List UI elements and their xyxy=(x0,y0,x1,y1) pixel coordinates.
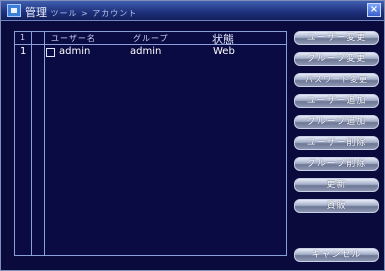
account-management-window: 管理 ツール > アカウント × 1 ユーザー名 グループ 状態 1 admin… xyxy=(0,0,385,271)
column-divider xyxy=(31,32,32,255)
header-index: 1 xyxy=(20,33,27,42)
modify-group-button[interactable]: グループ変更 xyxy=(294,52,379,66)
row-username: admin xyxy=(59,46,91,57)
modify-password-button[interactable]: パスワード変更 xyxy=(294,73,379,87)
row-checkbox[interactable] xyxy=(46,48,55,57)
window-title: 管理 ツール > アカウント xyxy=(25,4,137,20)
row-group: admin xyxy=(130,46,162,57)
header-divider xyxy=(15,44,286,45)
assign-button[interactable]: 資販 xyxy=(294,199,379,213)
add-group-button[interactable]: グループ追加 xyxy=(294,115,379,129)
update-button[interactable]: 更新 xyxy=(294,178,379,192)
breadcrumb: ツール > アカウント xyxy=(50,9,138,18)
delete-user-button[interactable]: ユーザー削除 xyxy=(294,136,379,150)
settings-app-icon xyxy=(7,4,21,17)
row-state: Web xyxy=(213,46,235,57)
header-username[interactable]: ユーザー名 xyxy=(51,33,96,44)
header-group[interactable]: グループ xyxy=(133,33,169,44)
add-user-button[interactable]: ユーザー追加 xyxy=(294,94,379,108)
window-title-text: 管理 xyxy=(25,6,47,19)
title-bar: 管理 ツール > アカウント × xyxy=(1,1,384,21)
close-button[interactable]: × xyxy=(367,3,381,17)
delete-group-button[interactable]: グループ削除 xyxy=(294,157,379,171)
modify-user-button[interactable]: ユーザー変更 xyxy=(294,31,379,45)
user-table: 1 ユーザー名 グループ 状態 1 admin admin Web xyxy=(14,31,287,256)
header-state[interactable]: 状態 xyxy=(212,31,234,47)
cancel-button[interactable]: キャンセル xyxy=(294,248,379,262)
column-divider xyxy=(44,32,45,255)
row-index: 1 xyxy=(20,46,27,57)
